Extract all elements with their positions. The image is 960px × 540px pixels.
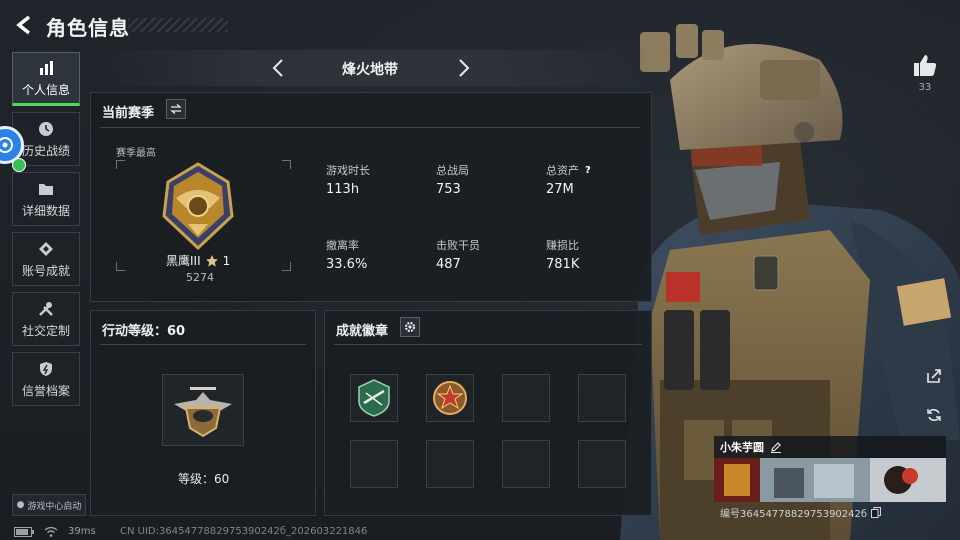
stat-label-profit-loss-ratio: 赚损比 — [546, 239, 579, 252]
thumbs-up-icon[interactable] — [912, 52, 938, 78]
back-button[interactable] — [10, 12, 38, 38]
achievement-badge-slot-empty[interactable] — [502, 440, 550, 488]
frame-corner — [116, 160, 125, 169]
sidebar-item-label: 社交定制 — [21, 323, 70, 338]
like-count: 33 — [918, 82, 932, 93]
switch-season-button[interactable] — [166, 99, 186, 119]
copy-icon[interactable] — [871, 507, 882, 518]
player-id-text: 编号3645477882975390242б — [720, 509, 868, 520]
stat-value-total-matches: 753 — [436, 182, 461, 197]
stat-label-extract-rate: 撤离率 — [326, 239, 359, 252]
action-level-emblem-frame — [162, 374, 244, 446]
player-name: 小朱芋圆 — [720, 441, 764, 454]
star-icon — [205, 254, 218, 267]
help-icon[interactable]: ? — [585, 165, 591, 176]
achievement-badge-slot-empty[interactable] — [426, 440, 474, 488]
gear-icon — [404, 321, 416, 333]
sidebar: 个人信息 历史战绩 详细数据 账号成就 社交定制 信誉档案 — [12, 52, 82, 412]
rank-title: 黑鹰III 1 — [166, 252, 230, 269]
uid-text: CN UID:3645477882975390242б_202603221846 — [120, 526, 368, 537]
next-map-button[interactable] — [452, 56, 476, 80]
divider — [100, 127, 640, 128]
achievement-badge-slot[interactable] — [350, 374, 398, 422]
rank-name: 黑鹰III — [166, 254, 201, 268]
bar-chart-icon — [37, 59, 55, 77]
sidebar-item-label: 信誉档案 — [21, 383, 70, 398]
achievement-badge-slot-empty[interactable] — [578, 374, 626, 422]
achievement-badge-slot[interactable] — [426, 374, 474, 422]
stat-value-profit-loss-ratio: 781K — [546, 257, 580, 272]
action-level-title: 行动等级：60 — [102, 324, 186, 339]
chevron-left-icon — [272, 59, 283, 77]
stat-value-play-time: 113h — [326, 182, 360, 197]
map-name: 烽火地带 — [342, 62, 398, 78]
chat-bubble-icon — [0, 137, 13, 153]
player-id: 编号3645477882975390242б — [720, 505, 882, 520]
clock-icon — [37, 120, 55, 138]
stat-value-extract-rate: 33.6% — [326, 257, 368, 272]
sidebar-item-achievements[interactable]: 账号成就 — [12, 232, 80, 286]
green-rifle-badge-icon — [358, 379, 390, 417]
rotate-button[interactable] — [922, 403, 946, 427]
sidebar-item-detailed-data[interactable]: 详细数据 — [12, 172, 80, 226]
edit-pencil-icon[interactable] — [770, 441, 782, 453]
online-indicator — [12, 158, 26, 172]
divider — [334, 344, 642, 345]
stat-label-play-time: 游戏时长 — [326, 164, 370, 177]
sidebar-item-label: 历史战绩 — [21, 143, 70, 158]
page-title: 角色信息 — [46, 16, 130, 40]
shield-icon — [37, 360, 55, 378]
stat-label-total-matches: 总战局 — [436, 164, 469, 177]
frame-corner — [116, 262, 125, 271]
gold-star-badge-icon — [433, 381, 467, 415]
stat-value-total-assets: 27M — [546, 182, 574, 197]
medal-icon — [37, 240, 55, 258]
chevron-left-icon — [16, 15, 31, 35]
rank-stars: 1 — [222, 253, 231, 268]
ping-value: 39ms — [68, 526, 96, 537]
stat-label-total-assets-wrap: 总资产 ? — [546, 162, 591, 178]
season-panel-title: 当前赛季 — [102, 106, 155, 121]
sidebar-item-credit-record[interactable]: 信誉档案 — [12, 352, 80, 406]
player-name-card-banner[interactable] — [714, 458, 946, 502]
status-bar: 39ms — [14, 526, 96, 537]
sidebar-item-label: 账号成就 — [21, 263, 70, 278]
tools-icon — [37, 300, 55, 318]
frame-corner — [282, 160, 291, 169]
rank-emblem-icon — [162, 162, 234, 250]
sidebar-item-label: 个人信息 — [21, 82, 70, 97]
game-center-label: 游戏中心启动 — [27, 501, 82, 512]
sidebar-item-personal-info[interactable]: 个人信息 — [12, 52, 80, 106]
sidebar-item-label: 详细数据 — [21, 203, 70, 218]
player-name-row: 小朱芋圆 — [714, 436, 946, 458]
game-center-launch-button[interactable]: ● 游戏中心启动 — [12, 494, 86, 516]
battery-icon — [14, 526, 34, 537]
divider — [100, 344, 306, 345]
stat-value-operators-defeated: 487 — [436, 257, 461, 272]
frame-corner — [282, 262, 291, 271]
action-level-text: 等级：60 — [178, 472, 230, 486]
achievement-badge-slot-empty[interactable] — [350, 440, 398, 488]
title-decoration — [128, 18, 228, 32]
achievement-badge-slot-empty[interactable] — [578, 440, 626, 488]
prev-map-button[interactable] — [266, 56, 290, 80]
chevron-right-icon — [459, 59, 470, 77]
sidebar-item-social-custom[interactable]: 社交定制 — [12, 292, 80, 346]
swap-icon — [170, 104, 182, 114]
helicopter-emblem-icon — [174, 387, 232, 438]
folder-icon — [37, 180, 55, 198]
achievement-settings-button[interactable] — [400, 317, 420, 337]
achievement-badge-slot-empty[interactable] — [502, 374, 550, 422]
refresh-icon — [927, 408, 941, 422]
share-icon — [927, 369, 941, 383]
share-button[interactable] — [922, 364, 946, 388]
person-icon: ● — [16, 500, 25, 510]
season-best-label: 赛季最高 — [116, 148, 156, 159]
rank-score: 5274 — [186, 271, 214, 284]
wifi-icon — [44, 526, 58, 537]
achievement-title: 成就徽章 — [336, 324, 389, 339]
stat-label-operators-defeated: 击败干员 — [436, 239, 480, 252]
stat-label-total-assets: 总资产 — [546, 164, 579, 177]
